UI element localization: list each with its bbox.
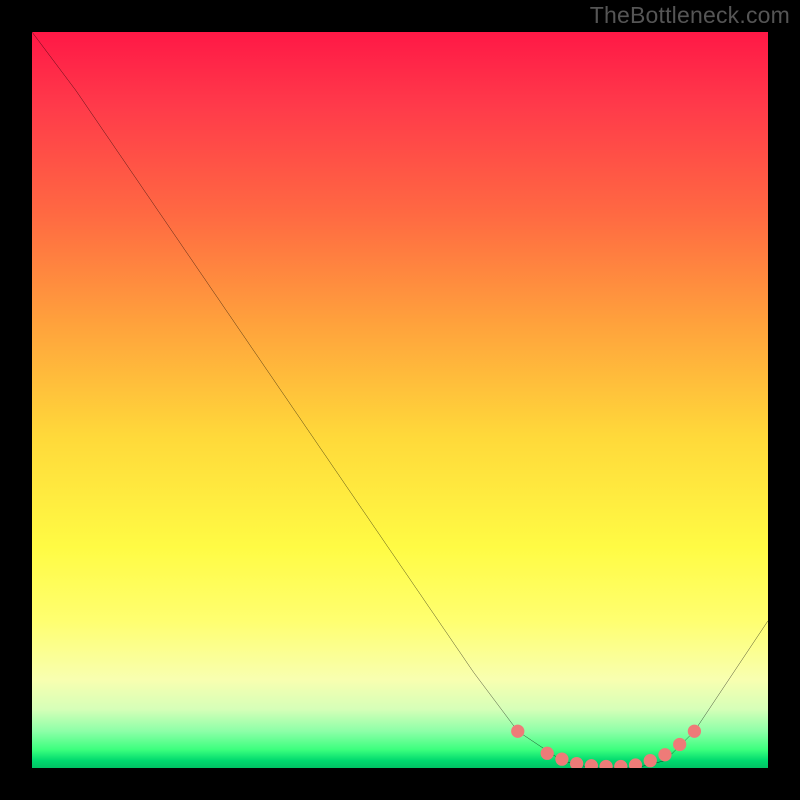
chart-frame: TheBottleneck.com bbox=[0, 0, 800, 800]
curve-path bbox=[32, 32, 768, 768]
curve-marker bbox=[688, 725, 701, 738]
curve-marker bbox=[555, 753, 568, 766]
curve-marker bbox=[570, 757, 583, 768]
curve-marker bbox=[541, 747, 554, 760]
curve-markers bbox=[511, 725, 701, 768]
curve-marker bbox=[511, 725, 524, 738]
watermark-text: TheBottleneck.com bbox=[590, 2, 790, 29]
plot-area bbox=[32, 32, 768, 768]
bottleneck-curve bbox=[32, 32, 768, 768]
curve-marker bbox=[658, 748, 671, 761]
curve-marker bbox=[629, 758, 642, 768]
curve-marker bbox=[614, 760, 627, 768]
curve-marker bbox=[644, 754, 657, 767]
curve-marker bbox=[673, 738, 686, 751]
curve-marker bbox=[599, 760, 612, 768]
curve-marker bbox=[585, 759, 598, 768]
